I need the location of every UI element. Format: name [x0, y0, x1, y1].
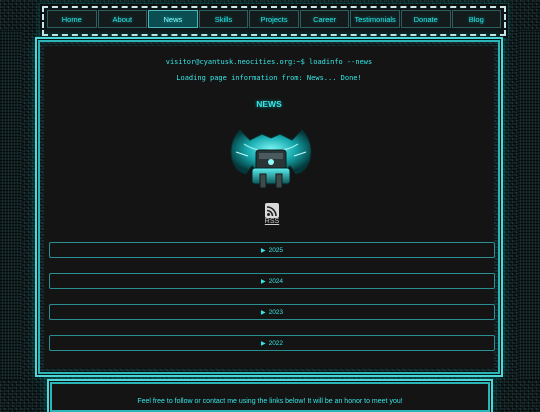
nav-donate[interactable]: Donate — [400, 10, 451, 28]
main-content-inner: visitor@cyantusk.neocities.org:~$ loadin… — [44, 46, 495, 368]
footer-panel: Feel free to follow or contact me using … — [50, 382, 490, 412]
expand-triangle-icon: ▶ — [260, 247, 266, 254]
right-decor-strip — [518, 30, 540, 380]
page-title: NEWS — [256, 99, 282, 109]
terminal-prompt: visitor@cyantusk.neocities.org:~$ loadin… — [165, 58, 373, 66]
nav-projects[interactable]: Projects — [249, 10, 299, 28]
year-label: 2024 — [268, 277, 284, 285]
rss-feed-icon[interactable] — [265, 203, 279, 218]
expand-triangle-icon: ▶ — [260, 309, 266, 316]
year-toggle-2024[interactable]: ▶ 2024 — [49, 273, 495, 289]
rss-link[interactable]: RSS — [257, 218, 287, 225]
year-label: 2022 — [268, 339, 284, 347]
main-content-panel: visitor@cyantusk.neocities.org:~$ loadin… — [38, 40, 500, 374]
nav-skills[interactable]: Skills — [198, 10, 249, 28]
year-label: 2023 — [268, 308, 284, 316]
year-toggle-2023[interactable]: ▶ 2023 — [49, 304, 495, 320]
terminal-status: Loading page information from: News... D… — [176, 74, 362, 82]
footer-message: Feel free to follow or contact me using … — [137, 398, 403, 405]
nav-about[interactable]: About — [97, 10, 148, 28]
year-toggle-2022[interactable]: ▶ 2022 — [49, 335, 495, 351]
nav-home[interactable]: Home — [47, 10, 97, 28]
expand-triangle-icon: ▶ — [260, 340, 266, 347]
nav-blog[interactable]: Blog — [451, 10, 502, 28]
top-navigation: Home About News Skills Projects Career T… — [42, 6, 506, 36]
year-toggle-2025[interactable]: ▶ 2025 — [49, 242, 495, 258]
left-decor-strip — [0, 30, 22, 380]
expand-triangle-icon: ▶ — [260, 278, 266, 285]
spaceship-illustration — [230, 129, 312, 189]
nav-testimonials[interactable]: Testimonials — [350, 10, 400, 28]
nav-career[interactable]: Career — [299, 10, 350, 28]
year-label: 2025 — [268, 246, 284, 254]
nav-row: Home About News Skills Projects Career T… — [47, 10, 502, 28]
nav-news[interactable]: News — [148, 10, 198, 28]
